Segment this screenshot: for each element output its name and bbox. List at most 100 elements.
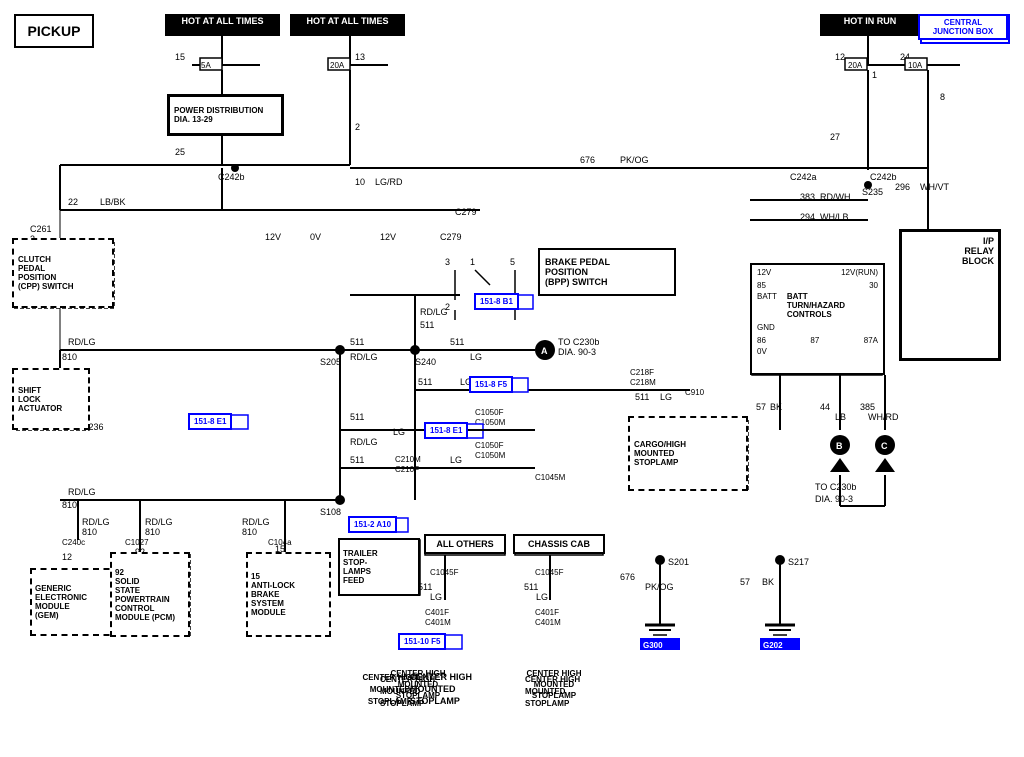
gem-box: GENERIC ELECTRONIC MODULE (GEM) [30, 568, 120, 636]
svg-text:C218F: C218F [630, 368, 654, 377]
svg-text:C218M: C218M [630, 378, 656, 387]
svg-text:810: 810 [242, 527, 257, 537]
svg-text:G300: G300 [643, 641, 663, 650]
svg-text:C242b: C242b [870, 172, 897, 182]
svg-text:5: 5 [510, 257, 515, 267]
ip-relay-block: I/P RELAY BLOCK [900, 230, 1000, 360]
svg-text:WH/RD: WH/RD [868, 412, 899, 422]
svg-text:13: 13 [355, 52, 365, 62]
svg-text:LG: LG [536, 592, 548, 602]
shift-lock-box: SHIFT LOCK ACTUATOR [12, 368, 90, 430]
svg-text:LG: LG [430, 592, 442, 602]
svg-text:C261: C261 [30, 224, 52, 234]
svg-text:385: 385 [860, 402, 875, 412]
svg-text:LB: LB [835, 412, 846, 422]
svg-text:10: 10 [355, 177, 365, 187]
svg-text:3: 3 [445, 257, 450, 267]
svg-text:LG/RD: LG/RD [375, 177, 403, 187]
svg-text:C1050F: C1050F [475, 408, 504, 417]
svg-text:5A: 5A [201, 61, 211, 70]
svg-text:RD/LG: RD/LG [242, 517, 270, 527]
power-distribution-box: POWER DISTRIBUTION DIA. 13-29 [168, 95, 283, 135]
cpp-switch-box: CLUTCH PEDAL POSITION (CPP) SWITCH [12, 238, 114, 308]
svg-text:C401F: C401F [425, 608, 449, 617]
svg-text:10A: 10A [908, 61, 923, 70]
svg-text:RD/LG: RD/LG [82, 517, 110, 527]
fuse-151-8-e1-left: 151-8 E1 [188, 413, 232, 430]
svg-text:RD/LG: RD/LG [350, 437, 378, 447]
trailer-stop-lamps-feed: TRAILER STOP- LAMPS FEED [338, 538, 420, 596]
svg-text:S240: S240 [415, 357, 436, 367]
fuse-151-10-f5: 151-10 F5 [398, 633, 446, 650]
svg-text:RD/LG: RD/LG [68, 337, 96, 347]
svg-text:LG: LG [470, 352, 482, 362]
svg-text:27: 27 [830, 132, 840, 142]
svg-text:C1045M: C1045M [535, 473, 566, 482]
svg-text:511: 511 [420, 320, 434, 330]
svg-text:RD/LG: RD/LG [68, 487, 96, 497]
fuse-151-8-b1: 151-8 B1 [474, 293, 519, 310]
svg-text:DIA. 90-3: DIA. 90-3 [558, 347, 596, 357]
svg-text:S205: S205 [320, 357, 341, 367]
svg-text:LG: LG [393, 427, 405, 437]
central-junction-box-label: CENTRAL JUNCTION BOX [918, 14, 1008, 40]
center-high-stoplamp-right: CENTER HIGHMOUNTEDSTOPLAMP [514, 668, 594, 701]
svg-text:B: B [836, 441, 843, 451]
svg-text:676: 676 [620, 572, 635, 582]
svg-text:511: 511 [524, 582, 538, 592]
svg-text:511: 511 [350, 337, 364, 347]
svg-text:12V: 12V [380, 232, 396, 242]
svg-text:296: 296 [895, 182, 910, 192]
svg-text:G202: G202 [763, 641, 783, 650]
fuse-151-8-f5: 151-8 F5 [469, 376, 513, 393]
svg-text:12: 12 [62, 552, 72, 562]
center-high-stoplamp-left: CENTER HIGHMOUNTEDSTOPLAMP [378, 668, 458, 701]
svg-text:BK: BK [762, 577, 774, 587]
svg-text:20A: 20A [330, 61, 345, 70]
svg-text:810: 810 [145, 527, 160, 537]
svg-text:DIA. 90-3: DIA. 90-3 [815, 494, 853, 504]
svg-text:LB/BK: LB/BK [100, 197, 126, 207]
svg-text:C1027: C1027 [125, 538, 149, 547]
svg-text:22: 22 [68, 197, 78, 207]
svg-text:PK/OG: PK/OG [620, 155, 649, 165]
svg-text:RD/LG: RD/LG [350, 352, 378, 362]
svg-text:C279: C279 [455, 207, 477, 217]
svg-text:RD/LG: RD/LG [145, 517, 173, 527]
svg-text:S108: S108 [320, 507, 341, 517]
svg-text:BK: BK [770, 402, 782, 412]
svg-text:511: 511 [418, 377, 432, 387]
svg-text:44: 44 [820, 402, 830, 412]
svg-text:C1050M: C1050M [475, 451, 506, 460]
svg-text:S217: S217 [788, 557, 809, 567]
svg-text:0V: 0V [310, 232, 321, 242]
svg-text:8: 8 [940, 92, 945, 102]
svg-text:12: 12 [835, 52, 845, 62]
bpp-switch-box: BRAKE PEDAL POSITION (BPP) SWITCH [538, 248, 676, 296]
svg-text:20A: 20A [848, 61, 863, 70]
pcm-box: 92 SOLID STATE POWERTRAIN CONTROL MODULE… [110, 552, 190, 637]
svg-text:C242a: C242a [790, 172, 817, 182]
svg-text:C210M: C210M [395, 455, 421, 464]
svg-text:RD/LG: RD/LG [420, 307, 448, 317]
svg-text:15: 15 [175, 52, 185, 62]
svg-text:A: A [541, 346, 548, 356]
svg-text:57: 57 [756, 402, 766, 412]
svg-text:511: 511 [350, 412, 364, 422]
svg-text:25: 25 [175, 147, 185, 157]
svg-text:810: 810 [62, 500, 77, 510]
svg-text:12V: 12V [265, 232, 281, 242]
fuse-151-2-a10: 151-2 A10 [348, 516, 397, 533]
svg-text:C: C [881, 441, 888, 451]
svg-text:C401M: C401M [425, 618, 451, 627]
svg-text:TO C230b: TO C230b [815, 482, 856, 492]
svg-text:C401M: C401M [535, 618, 561, 627]
svg-text:810: 810 [62, 352, 77, 362]
svg-text:511: 511 [635, 392, 649, 402]
svg-text:1: 1 [470, 257, 475, 267]
svg-text:S235: S235 [862, 187, 883, 197]
svg-text:C1050F: C1050F [475, 441, 504, 450]
svg-text:C240c: C240c [62, 538, 85, 547]
svg-text:C279: C279 [440, 232, 462, 242]
svg-text:511: 511 [450, 337, 464, 347]
